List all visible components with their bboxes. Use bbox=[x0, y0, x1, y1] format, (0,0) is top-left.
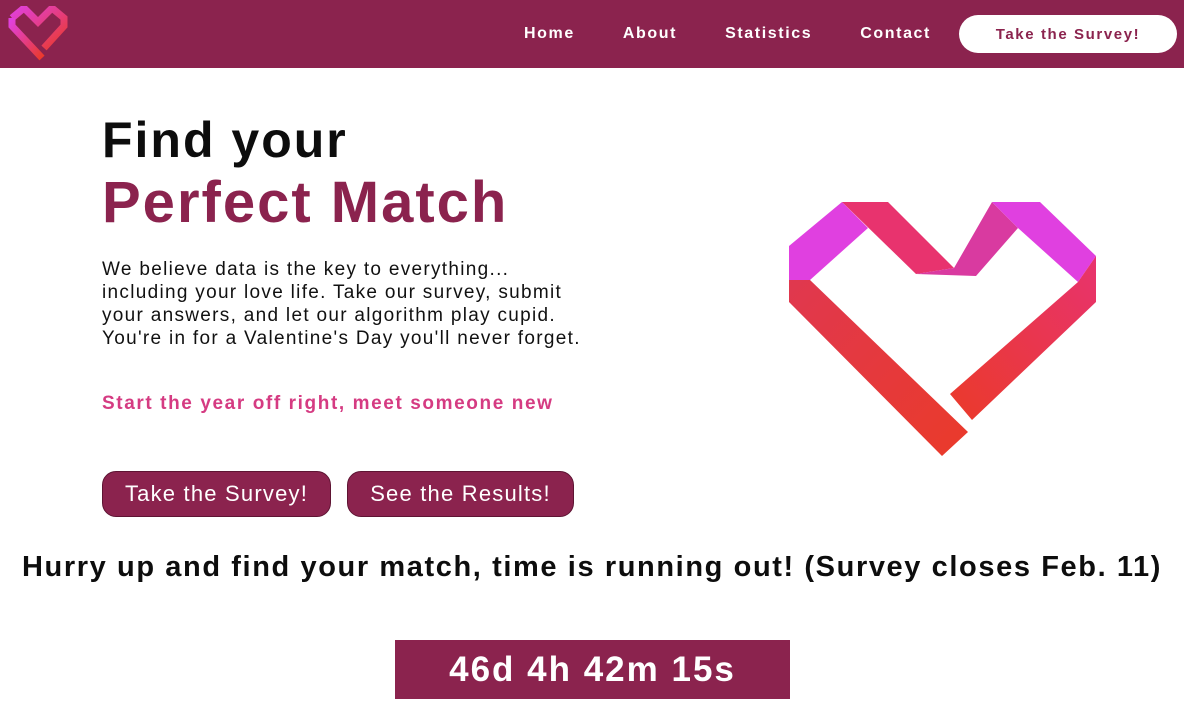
nav-links: Home About Statistics Contact Take the S… bbox=[524, 0, 1184, 68]
nav-statistics-link[interactable]: Statistics bbox=[725, 25, 812, 43]
take-survey-button[interactable]: Take the Survey! bbox=[102, 471, 331, 517]
heart-illustration-icon bbox=[789, 202, 1096, 456]
heart-logo-icon[interactable] bbox=[6, 6, 70, 62]
nav-contact-link[interactable]: Contact bbox=[860, 25, 931, 43]
see-results-button[interactable]: See the Results! bbox=[347, 471, 574, 517]
countdown-timer: 46d 4h 42m 15s bbox=[395, 640, 790, 699]
hero-button-row: Take the Survey! See the Results! bbox=[102, 471, 574, 517]
hero-description: We believe data is the key to everything… bbox=[102, 259, 581, 349]
nav-take-survey-button[interactable]: Take the Survey! bbox=[959, 15, 1177, 53]
hero-title-line1: Find your bbox=[102, 112, 348, 168]
countdown-message: Hurry up and find your match, time is ru… bbox=[21, 551, 1162, 583]
nav-home-link[interactable]: Home bbox=[524, 25, 575, 43]
top-navbar: Home About Statistics Contact Take the S… bbox=[0, 0, 1184, 68]
nav-about-link[interactable]: About bbox=[623, 25, 677, 43]
hero-title-line2: Perfect Match bbox=[102, 170, 509, 235]
hero-tagline: Start the year off right, meet someone n… bbox=[102, 393, 554, 414]
